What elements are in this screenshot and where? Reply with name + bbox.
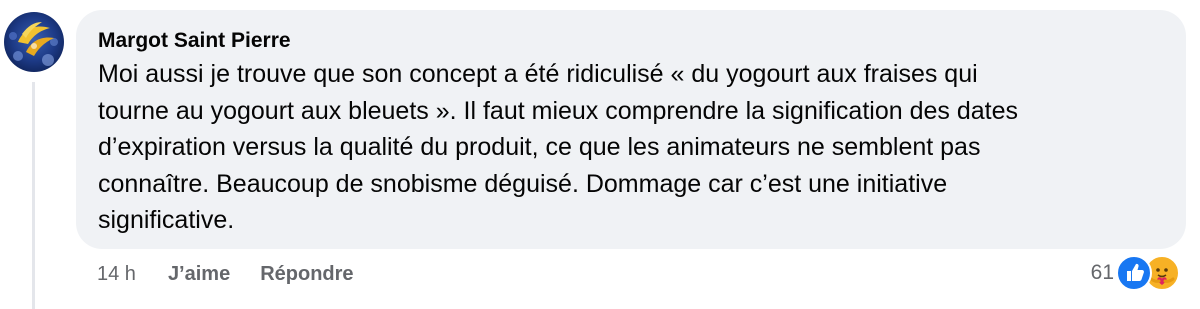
comment-text-line: Moi aussi je trouve que son concept a ét… <box>98 60 978 88</box>
comment-timestamp[interactable]: 14 h <box>97 262 136 286</box>
reactions-summary[interactable]: 61 <box>1090 255 1180 291</box>
comment-author[interactable]: Margot Saint Pierre <box>98 28 291 54</box>
comment-text-line: connaître. Beaucoup de snobisme déguisé.… <box>98 169 948 198</box>
avatar[interactable] <box>4 12 64 72</box>
comment-bubble: Margot Saint Pierre Moi aussi je trouve … <box>76 10 1186 249</box>
comment-actions: 14 h J’aime Répondre <box>97 262 354 286</box>
like-button[interactable]: J’aime <box>168 262 230 286</box>
reply-button[interactable]: Répondre <box>260 262 353 286</box>
comment-text-line: d’expiration versus la qualité du produi… <box>98 133 981 161</box>
avatar-image <box>4 12 64 72</box>
reaction-count: 61 <box>1090 261 1114 284</box>
comment-text-line: significative. <box>98 206 235 234</box>
comment-text: Moi aussi je trouve que son concept a ét… <box>98 56 1138 239</box>
like-reaction-icon <box>1116 255 1152 291</box>
comment-text-line: tourne au yogourt aux bleuets ». Il faut… <box>98 96 1018 125</box>
thread-line <box>32 82 35 309</box>
